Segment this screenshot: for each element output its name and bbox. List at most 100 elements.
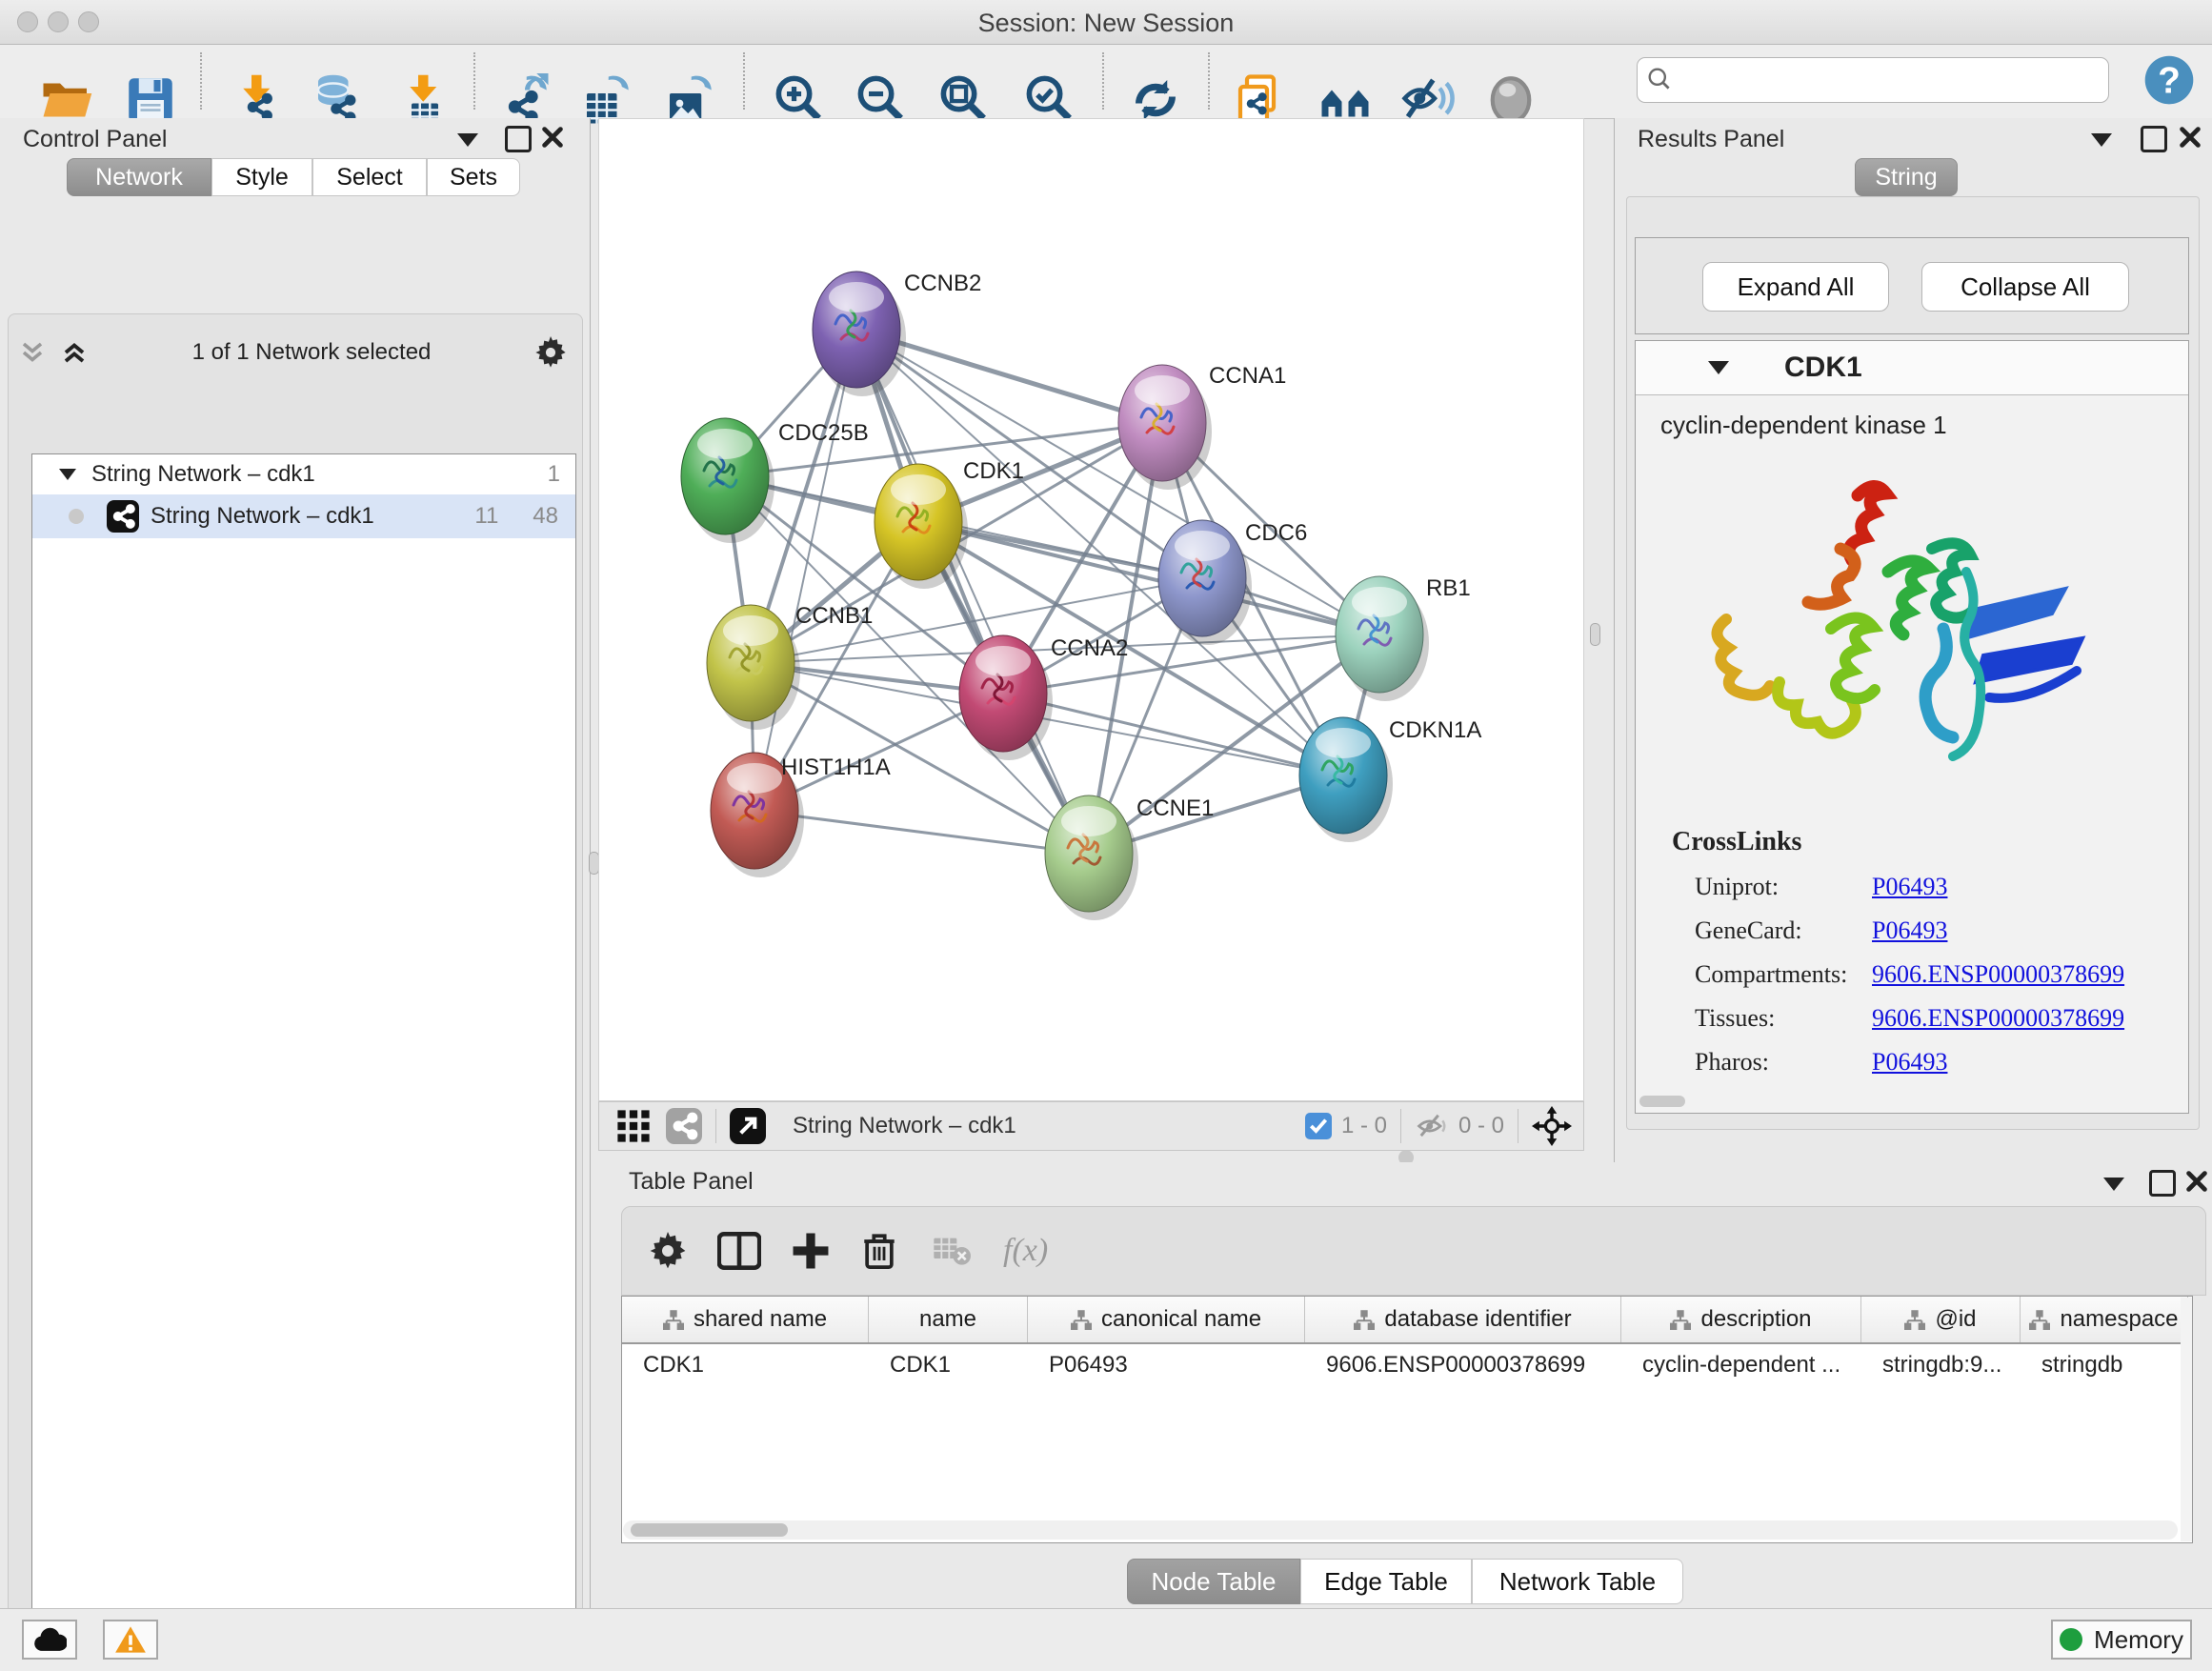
expand-all-button[interactable]: Expand All xyxy=(1702,262,1889,312)
crosslink-label: Uniprot: xyxy=(1695,873,1872,901)
column-label: canonical name xyxy=(1101,1306,1261,1333)
expand-all-icon[interactable] xyxy=(60,338,89,367)
grid-icon[interactable] xyxy=(616,1109,651,1143)
tree-expand-icon[interactable] xyxy=(59,469,76,480)
table-horizontal-scrollbar[interactable] xyxy=(623,1520,2178,1540)
network-node-CCNB2[interactable] xyxy=(813,272,906,396)
gear-icon[interactable] xyxy=(534,336,567,369)
notifications-button[interactable] xyxy=(103,1620,158,1660)
column-header[interactable]: canonical name xyxy=(1028,1297,1305,1342)
table-cell[interactable]: cyclin-dependent ... xyxy=(1621,1344,1861,1386)
network-row[interactable]: String Network – cdk1 11 48 xyxy=(32,494,575,538)
table-row[interactable]: CDK1CDK1P064939606.ENSP00000378699cyclin… xyxy=(622,1344,2192,1386)
delete-table-icon[interactable] xyxy=(933,1235,971,1267)
search-bar[interactable] xyxy=(1637,57,2109,103)
network-collection-row[interactable]: String Network – cdk1 1 xyxy=(32,454,575,494)
crosslink-value[interactable]: P06493 xyxy=(1872,1048,1947,1077)
table-hscroll-thumb[interactable] xyxy=(631,1523,788,1537)
float-panel-icon[interactable] xyxy=(2141,126,2167,152)
close-panel-icon[interactable] xyxy=(541,126,564,149)
table-cell[interactable]: CDK1 xyxy=(869,1344,1028,1386)
column-header[interactable]: description xyxy=(1621,1297,1861,1342)
table-cell[interactable]: stringdb xyxy=(2021,1344,2188,1386)
crosslink-value[interactable]: P06493 xyxy=(1872,916,1947,945)
function-builder-icon[interactable]: f(x) xyxy=(1003,1233,1048,1269)
entry-expand-icon[interactable] xyxy=(1708,361,1729,374)
show-columns-icon[interactable] xyxy=(717,1232,761,1270)
help-icon[interactable]: ? xyxy=(2143,54,2195,106)
memory-button[interactable]: Memory xyxy=(2051,1620,2192,1660)
collapse-all-button[interactable]: Collapse All xyxy=(1921,262,2129,312)
tab-style[interactable]: Style xyxy=(211,158,312,196)
collapse-all-icon[interactable] xyxy=(18,338,47,367)
tab-node-table[interactable]: Node Table xyxy=(1127,1559,1300,1604)
results-hscroll-thumb[interactable] xyxy=(1639,1096,1685,1107)
hidden-eye-icon[interactable] xyxy=(1415,1109,1449,1143)
control-panel-title: Control Panel xyxy=(23,126,167,153)
table-cell[interactable]: CDK1 xyxy=(622,1344,869,1386)
network-node-CCNA2[interactable] xyxy=(959,635,1053,760)
collapse-panel-icon[interactable] xyxy=(2091,133,2112,147)
crosslink-value[interactable]: 9606.ENSP00000378699 xyxy=(1872,960,2124,989)
crosslink-label: Compartments: xyxy=(1695,960,1872,989)
share-view-icon[interactable] xyxy=(666,1108,702,1144)
tab-network-table[interactable]: Network Table xyxy=(1472,1559,1683,1604)
right-splitter-handle[interactable] xyxy=(1590,623,1600,646)
crosslink-value[interactable]: 9606.ENSP00000378699 xyxy=(1872,1004,2124,1033)
table-cell[interactable]: P06493 xyxy=(1028,1344,1305,1386)
tab-network[interactable]: Network xyxy=(67,158,211,196)
shared-column-icon xyxy=(1904,1309,1925,1330)
network-node-CDC6[interactable] xyxy=(1158,520,1252,645)
network-canvas[interactable]: CCNB2CCNA1CDC25BCDK1CDC6RB1CCNB1CCNA2CDK… xyxy=(598,118,1584,1101)
crosslink-label: Tissues: xyxy=(1695,1004,1872,1033)
toolbar-separator xyxy=(1400,1109,1401,1143)
open-in-new-window-icon[interactable] xyxy=(730,1108,766,1144)
network-node-CCNB1[interactable] xyxy=(707,605,800,730)
table-vertical-scrollbar[interactable] xyxy=(2181,1298,2192,1541)
network-node-CDKN1A[interactable] xyxy=(1299,717,1393,842)
table-cell[interactable]: stringdb:9... xyxy=(1861,1344,2021,1386)
column-header[interactable]: namespace xyxy=(2021,1297,2188,1342)
tab-edge-table[interactable]: Edge Table xyxy=(1300,1559,1472,1604)
node-gloss xyxy=(1175,531,1230,561)
float-panel-icon[interactable] xyxy=(2149,1170,2176,1197)
network-edge[interactable] xyxy=(856,330,1089,854)
crosslinks-title: CrossLinks xyxy=(1672,827,2188,857)
delete-column-icon[interactable] xyxy=(860,1232,898,1270)
tab-sets[interactable]: Sets xyxy=(427,158,520,196)
table-panel: Table Panel xyxy=(598,1162,2212,1608)
column-header[interactable]: shared name xyxy=(622,1297,869,1342)
network-node-CCNE1[interactable] xyxy=(1045,795,1138,920)
network-node-CDK1[interactable] xyxy=(875,464,968,589)
float-panel-icon[interactable] xyxy=(505,126,532,152)
column-header[interactable]: @id xyxy=(1861,1297,2021,1342)
node-label-CDC6: CDC6 xyxy=(1245,520,1307,546)
tab-string[interactable]: String xyxy=(1855,158,1958,196)
birdseye-view-icon[interactable] xyxy=(1532,1106,1572,1146)
gene-entry-header[interactable]: CDK1 xyxy=(1636,341,2188,395)
close-panel-icon[interactable] xyxy=(2179,126,2202,149)
network-edge[interactable] xyxy=(754,811,1089,854)
shared-column-icon xyxy=(1354,1309,1375,1330)
crosslink-label: Pharos: xyxy=(1695,1048,1872,1077)
search-input[interactable] xyxy=(1681,66,2099,94)
network-graph[interactable]: CCNB2CCNA1CDC25BCDK1CDC6RB1CCNB1CCNA2CDK… xyxy=(599,119,1583,1100)
network-edge[interactable] xyxy=(754,330,856,811)
selected-checkbox-icon[interactable] xyxy=(1305,1113,1332,1139)
column-header[interactable]: database identifier xyxy=(1305,1297,1621,1342)
close-panel-icon[interactable] xyxy=(2185,1170,2208,1193)
collapse-panel-icon[interactable] xyxy=(2103,1178,2124,1191)
crosslink-value[interactable]: P06493 xyxy=(1872,873,1947,901)
table-cell[interactable]: 9606.ENSP00000378699 xyxy=(1305,1344,1621,1386)
network-node-RB1[interactable] xyxy=(1336,576,1429,701)
node-table[interactable]: shared namename canonical name database id… xyxy=(621,1296,2193,1543)
network-edge-count: 48 xyxy=(533,503,558,530)
collection-count: 1 xyxy=(548,461,560,488)
tab-select[interactable]: Select xyxy=(312,158,427,196)
gear-icon[interactable] xyxy=(649,1232,687,1270)
node-gloss xyxy=(723,615,778,646)
collapse-panel-icon[interactable] xyxy=(457,133,478,147)
column-header[interactable]: name xyxy=(869,1297,1028,1342)
add-column-icon[interactable] xyxy=(792,1232,830,1270)
cloud-services-button[interactable] xyxy=(22,1620,77,1660)
